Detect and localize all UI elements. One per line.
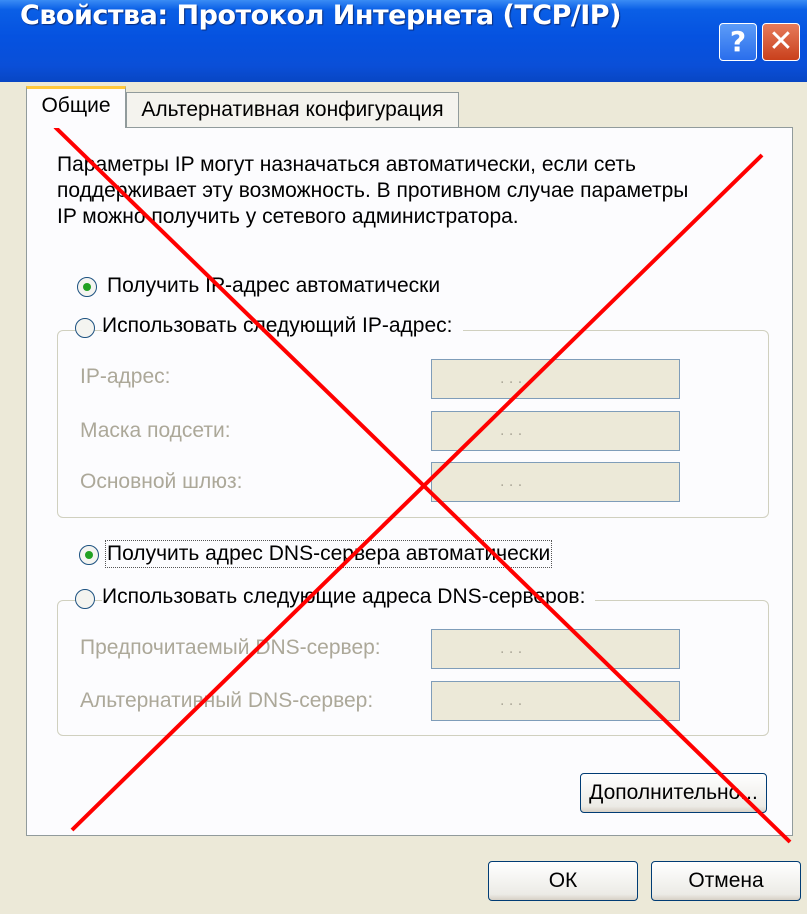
advanced-button[interactable]: Дополнительно... bbox=[580, 773, 767, 813]
ip-address-field[interactable]: . . . bbox=[431, 359, 680, 399]
description-line-2: поддерживает эту возможность. В противно… bbox=[57, 179, 689, 202]
radio-selected-dot bbox=[85, 551, 93, 559]
subnet-mask-field[interactable]: . . . bbox=[431, 411, 680, 451]
alternate-dns-field[interactable]: . . . bbox=[431, 681, 680, 721]
dialog-window: Свойства: Протокол Интернета (TCP/IP) ? … bbox=[0, 0, 807, 914]
tab-general[interactable]: Общие bbox=[26, 86, 126, 128]
radio-dns-manual[interactable] bbox=[75, 589, 95, 609]
default-gateway-field[interactable]: . . . bbox=[431, 462, 680, 502]
description-line-3: IP можно получить у сетевого администрат… bbox=[57, 205, 519, 228]
radio-ip-manual-label[interactable]: Использовать следующий IP-адрес: bbox=[102, 314, 463, 338]
radio-dns-auto[interactable] bbox=[79, 545, 99, 565]
description-line-1: Параметры IP могут назначаться автоматич… bbox=[57, 153, 636, 176]
title-bar[interactable]: Свойства: Протокол Интернета (TCP/IP) ? … bbox=[0, 0, 807, 82]
default-gateway-label: Основной шлюз: bbox=[80, 470, 243, 493]
tab-alternate-config[interactable]: Альтернативная конфигурация bbox=[126, 92, 459, 128]
close-button[interactable]: ✕ bbox=[762, 23, 800, 61]
subnet-mask-label: Маска подсети: bbox=[80, 419, 231, 442]
preferred-dns-octet-dots: . . . bbox=[500, 640, 523, 657]
gateway-octet-dots: . . . bbox=[500, 473, 523, 490]
subnet-octet-dots: . . . bbox=[500, 422, 523, 439]
alternate-dns-octet-dots: . . . bbox=[500, 692, 523, 709]
preferred-dns-label: Предпочитаемый DNS-сервер: bbox=[80, 636, 381, 659]
alternate-dns-label: Альтернативный DNS-сервер: bbox=[80, 689, 374, 712]
radio-ip-auto-label[interactable]: Получить IP-адрес автоматически bbox=[107, 274, 440, 298]
radio-dns-auto-label[interactable]: Получить адрес DNS-сервера автоматически bbox=[104, 540, 553, 568]
radio-dns-manual-label[interactable]: Использовать следующие адреса DNS-сервер… bbox=[102, 585, 596, 609]
radio-ip-auto[interactable] bbox=[77, 277, 97, 297]
ip-octet-dots: . . . bbox=[500, 370, 523, 387]
help-button[interactable]: ? bbox=[719, 23, 757, 61]
radio-selected-dot bbox=[83, 283, 91, 291]
window-title: Свойства: Протокол Интернета (TCP/IP) bbox=[20, 0, 621, 31]
preferred-dns-field[interactable]: . . . bbox=[431, 629, 680, 669]
ip-address-label: IP-адрес: bbox=[80, 365, 171, 388]
cancel-button[interactable]: Отмена bbox=[651, 861, 801, 901]
radio-ip-manual[interactable] bbox=[75, 318, 95, 338]
ok-button[interactable]: ОК bbox=[488, 861, 638, 901]
